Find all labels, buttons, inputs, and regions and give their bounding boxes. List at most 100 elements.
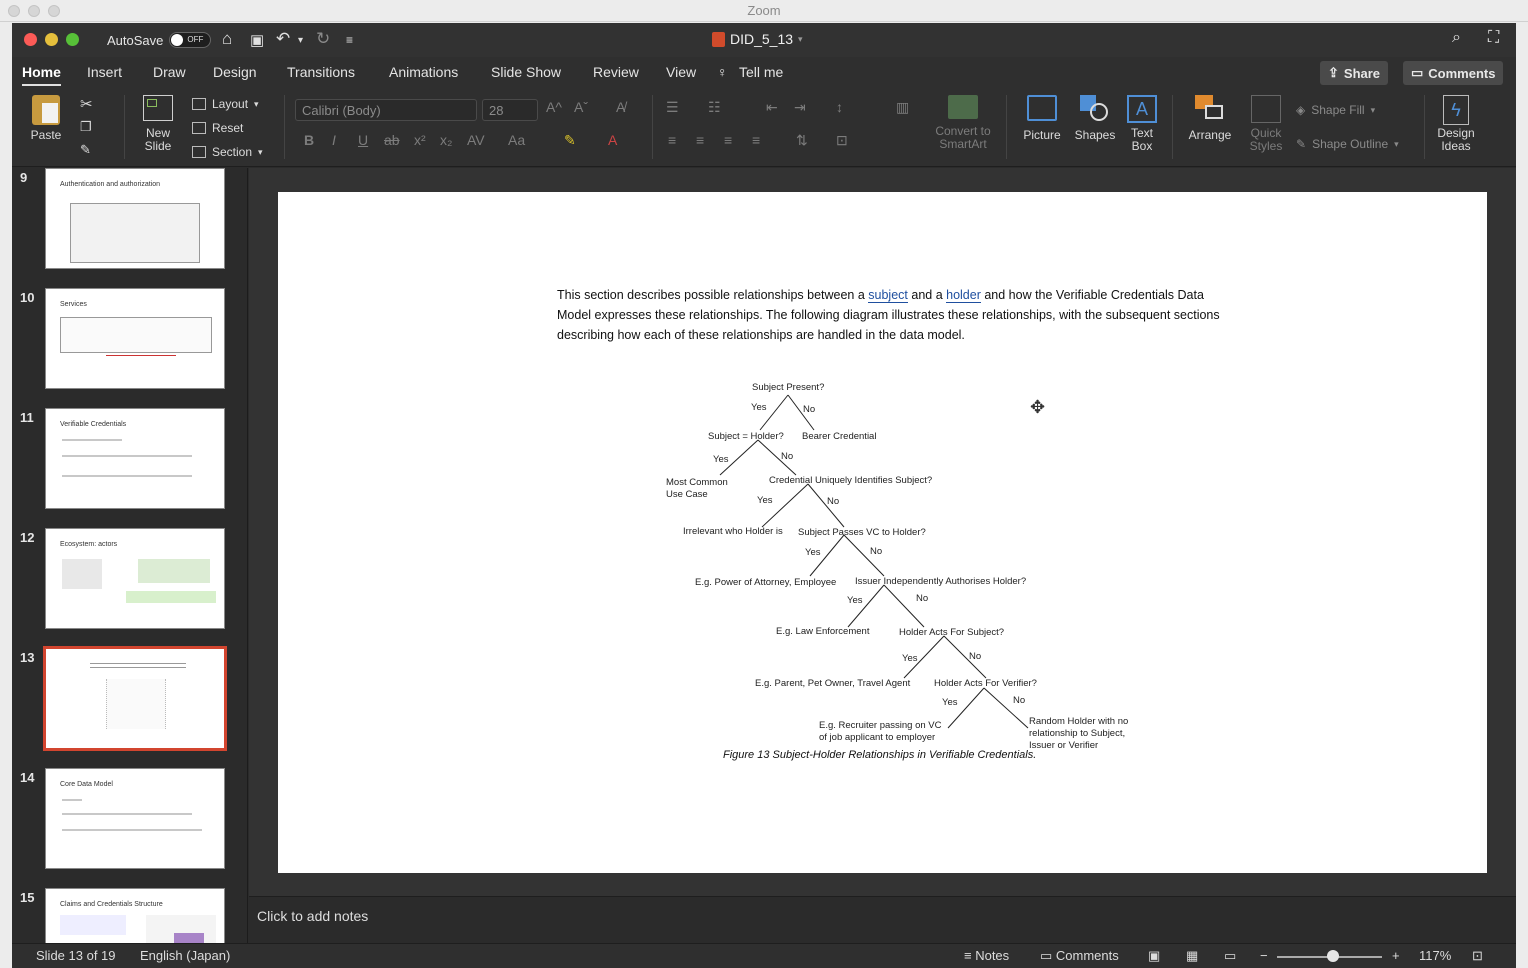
clear-formatting-icon[interactable]: A̸ [616,99,625,115]
thumb-number: 12 [20,530,35,545]
bullets-icon[interactable]: ☰ [666,99,679,116]
zoom-out-icon[interactable]: − [1260,948,1268,963]
character-spacing-icon[interactable]: AV [467,132,485,148]
shape-outline-button[interactable]: ✎ Shape Outline ▾ [1296,137,1399,151]
comments-button[interactable]: ▭ Comments [1403,61,1504,85]
bold-icon[interactable]: B [304,132,314,148]
highlight-icon[interactable]: ✎ [564,132,576,149]
current-slide[interactable]: This section describes possible relation… [278,192,1487,873]
picture-button[interactable]: Picture [1016,95,1068,142]
smartart-icon [948,95,978,119]
zoom-in-icon[interactable]: + [1392,948,1400,963]
tab-animations[interactable]: Animations [389,64,458,80]
close-window-button[interactable] [24,33,37,46]
align-right-icon[interactable]: ≡ [724,132,732,148]
thumbnail-slide-12[interactable]: Ecosystem: actors [45,528,225,629]
font-color-icon[interactable]: A [608,132,617,148]
node-holder-acts-for-subject: Holder Acts For Subject? [899,627,1004,638]
undo-dropdown-icon[interactable]: ▾ [298,35,303,46]
layout-button[interactable]: Layout ▾ [192,97,259,111]
fit-to-window-icon[interactable]: ⊡ [1472,948,1483,964]
fullscreen-icon[interactable]: ⛶ [1488,29,1499,47]
change-case-icon[interactable]: Aa [508,132,525,148]
quick-styles-button[interactable]: Quick Styles [1244,95,1288,153]
edge-label-yes: Yes [757,495,773,506]
align-center-icon[interactable]: ≡ [696,132,704,148]
italic-icon[interactable]: I [332,132,336,148]
strikethrough-icon[interactable]: ab [384,132,400,148]
tab-draw[interactable]: Draw [153,64,186,80]
minimize-window-button[interactable] [45,33,58,46]
columns-icon[interactable]: ▥ [896,99,909,116]
normal-view-icon[interactable]: ▣ [1148,948,1160,964]
share-icon: ⇪ [1328,65,1339,80]
line-spacing-icon[interactable]: ↕ [836,99,843,115]
copy-icon[interactable]: ❐ [80,119,92,135]
comments-toggle[interactable]: ▭ Comments [1040,948,1119,964]
numbering-icon[interactable]: ☷ [708,99,721,116]
thumbnail-slide-14[interactable]: Core Data Model [45,768,225,869]
shapes-button[interactable]: Shapes [1072,95,1118,142]
align-text-icon[interactable]: ⊡ [836,132,848,149]
section-button[interactable]: Section ▾ [192,145,263,159]
thumbnail-slide-11[interactable]: Verifiable Credentials [45,408,225,509]
undo-icon[interactable]: ↶ [276,29,290,49]
tab-slide-show[interactable]: Slide Show [491,64,561,80]
zoom-slider-handle[interactable] [1327,950,1339,962]
zoom-window-button[interactable] [66,33,79,46]
shape-fill-button[interactable]: ◈ Shape Fill ▾ [1296,103,1375,117]
tab-transitions[interactable]: Transitions [287,64,355,80]
cut-icon[interactable]: ✂ [80,95,93,113]
design-ideas-button[interactable]: ϟ Design Ideas [1432,95,1480,153]
font-name-select[interactable]: Calibri (Body) [295,99,477,121]
paste-button[interactable]: Paste [26,95,66,142]
document-title[interactable]: DID_5_13 ▾ [712,31,803,47]
convert-smartart-button[interactable]: Convert to SmartArt [928,95,998,151]
thumbnail-slide-9[interactable]: Authentication and authorization [45,168,225,269]
thumbnail-slide-13[interactable] [43,646,227,751]
tab-home[interactable]: Home [22,64,61,86]
subscript-icon[interactable]: x₂ [440,132,452,148]
zoom-level[interactable]: 117% [1419,948,1451,963]
node-holder-acts-for-verifier: Holder Acts For Verifier? [934,678,1037,689]
tab-review[interactable]: Review [593,64,639,80]
tab-insert[interactable]: Insert [87,64,122,80]
tab-view[interactable]: View [666,64,696,80]
increase-indent-icon[interactable]: ⇥ [794,99,806,116]
new-slide-button[interactable]: New Slide [136,95,180,153]
text-direction-icon[interactable]: ⇅ [796,132,808,149]
font-size-select[interactable]: 28 [482,99,538,121]
customize-toolbar-icon[interactable]: ≡ [346,33,353,47]
thumb-number: 9 [20,170,28,185]
tell-me-search[interactable]: Tell me [739,64,783,80]
arrange-button[interactable]: Arrange [1182,95,1238,142]
superscript-icon[interactable]: x² [414,132,426,148]
increase-font-icon[interactable]: A^ [546,99,562,115]
home-icon[interactable]: ⌂ [222,29,232,49]
share-button[interactable]: ⇪ Share [1320,61,1389,85]
notes-pane[interactable]: Click to add notes [249,896,1516,943]
zoom-window-title: Zoom [747,3,781,18]
slide-sorter-icon[interactable]: ▦ [1186,948,1198,964]
save-icon[interactable]: ▣ [250,31,264,49]
reading-view-icon[interactable]: ▭ [1224,948,1236,964]
reset-button[interactable]: Reset [192,121,243,135]
redo-icon[interactable]: ↻ [316,29,330,49]
thumbnail-slide-15[interactable]: Claims and Credentials Structure [45,888,225,943]
text-box-button[interactable]: A Text Box [1124,95,1160,153]
format-painter-icon[interactable]: ✎ [80,142,91,158]
notes-toggle[interactable]: ≡ Notes [964,948,1009,963]
node-recruiter-2: of job applicant to employer [819,732,935,743]
align-left-icon[interactable]: ≡ [668,132,676,148]
underline-icon[interactable]: U [358,132,368,148]
autosave-toggle[interactable]: OFF [169,32,212,48]
justify-icon[interactable]: ≡ [752,132,760,148]
edge-label-no: No [1013,695,1025,706]
thumbnail-slide-10[interactable]: Services [45,288,225,389]
tab-design[interactable]: Design [213,64,257,80]
decrease-font-icon[interactable]: Aˇ [574,99,588,115]
notes-placeholder[interactable]: Click to add notes [257,908,368,924]
language-indicator[interactable]: English (Japan) [140,948,230,963]
search-icon[interactable]: ⌕ [1452,29,1461,47]
decrease-indent-icon[interactable]: ⇤ [766,99,778,116]
